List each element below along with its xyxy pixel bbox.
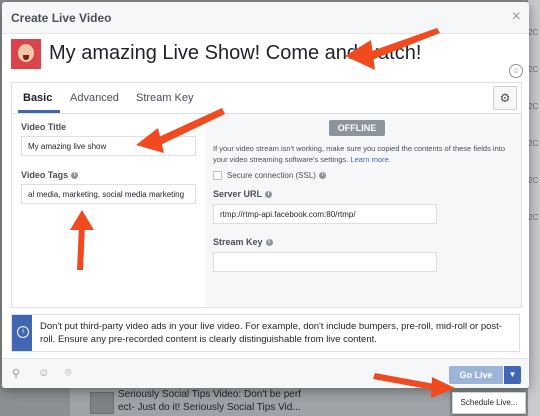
arrow-to-video-title	[150, 108, 225, 147]
arrow-to-go-live-head	[431, 377, 455, 398]
arrow-to-video-title-head	[136, 128, 164, 153]
arrow-to-go-live	[373, 373, 440, 391]
arrow-to-tags-head	[70, 210, 94, 230]
annotation-arrows	[70, 28, 455, 398]
arrow-to-title-head	[345, 40, 375, 70]
arrow-to-tags	[77, 225, 85, 270]
